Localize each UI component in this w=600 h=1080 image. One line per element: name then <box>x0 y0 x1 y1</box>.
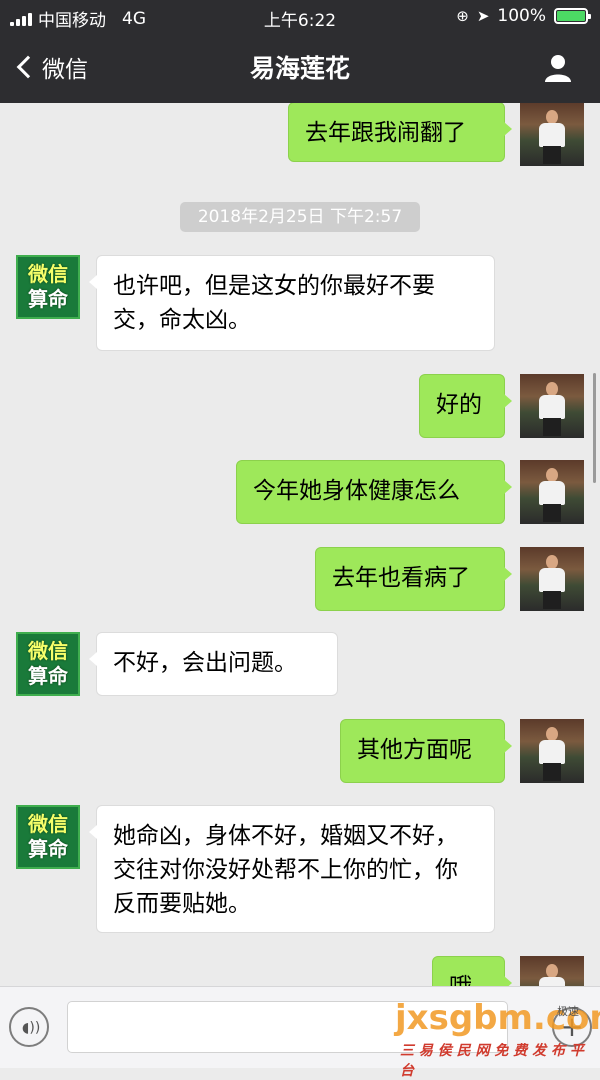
watermark-badge: 极速 <box>557 1005 579 1018</box>
message-bubble-sent[interactable]: 去年也看病了 <box>315 547 512 611</box>
navigation-bar: 微信 易海莲花 <box>0 34 600 103</box>
my-avatar[interactable] <box>520 956 584 986</box>
avatar-text-1: 微信 <box>28 639 68 663</box>
contact-avatar[interactable]: 微信 算命 <box>16 805 80 869</box>
my-avatar[interactable] <box>520 460 584 524</box>
person-icon[interactable] <box>542 52 574 84</box>
message-bubble-sent[interactable]: 其他方面呢 <box>340 719 512 783</box>
status-bar: 中国移动 4G 上午6:22 ⊕ ➤ 100% <box>0 0 600 34</box>
my-avatar[interactable] <box>520 103 584 166</box>
message-bubble-received[interactable]: 也许吧，但是这女的你最好不要交，命太凶。 <box>89 255 495 351</box>
scroll-indicator <box>593 373 596 483</box>
avatar-text-2: 算命 <box>28 664 68 688</box>
avatar-text-2: 算命 <box>28 837 68 861</box>
message-bubble-received[interactable]: 不好，会出问题。 <box>89 632 338 696</box>
orientation-lock-icon: ⊕ <box>456 7 469 25</box>
message-bubble-sent[interactable]: 哦 <box>432 956 512 986</box>
battery-percent: 100% <box>497 6 546 26</box>
message-bubble-sent[interactable]: 好的 <box>419 374 512 438</box>
my-avatar[interactable] <box>520 719 584 783</box>
my-avatar[interactable] <box>520 547 584 611</box>
message-bubble-received[interactable]: 她命凶，身体不好，婚姻又不好，交往对你没好处帮不上你的忙，你反而要贴她。 <box>89 805 495 933</box>
chat-title: 易海莲花 <box>249 54 350 83</box>
my-avatar[interactable] <box>520 374 584 438</box>
voice-icon[interactable]: ◖)) <box>9 1007 49 1047</box>
contact-avatar[interactable]: 微信 算命 <box>16 255 80 319</box>
timestamp: 2018年2月25日 下午2:57 <box>180 202 420 232</box>
avatar-text-2: 算命 <box>28 287 68 311</box>
contact-avatar[interactable]: 微信 算命 <box>16 632 80 696</box>
message-bubble-sent[interactable]: 去年跟我闹翻了 <box>288 103 512 162</box>
avatar-text-1: 微信 <box>28 262 68 286</box>
location-icon: ➤ <box>476 7 490 25</box>
chat-area[interactable]: 去年跟我闹翻了 2018年2月25日 下午2:57 微信 算命 也许吧，但是这女… <box>0 103 600 986</box>
battery-icon <box>554 8 591 24</box>
top-bar: 中国移动 4G 上午6:22 ⊕ ➤ 100% 微信 易海莲花 <box>0 0 600 103</box>
avatar-text-1: 微信 <box>28 812 68 836</box>
message-bubble-sent[interactable]: 今年她身体健康怎么 <box>236 460 512 524</box>
watermark-tagline: 三 易 侯 民 网 免 费 发 布 平 台 <box>400 1043 584 1079</box>
